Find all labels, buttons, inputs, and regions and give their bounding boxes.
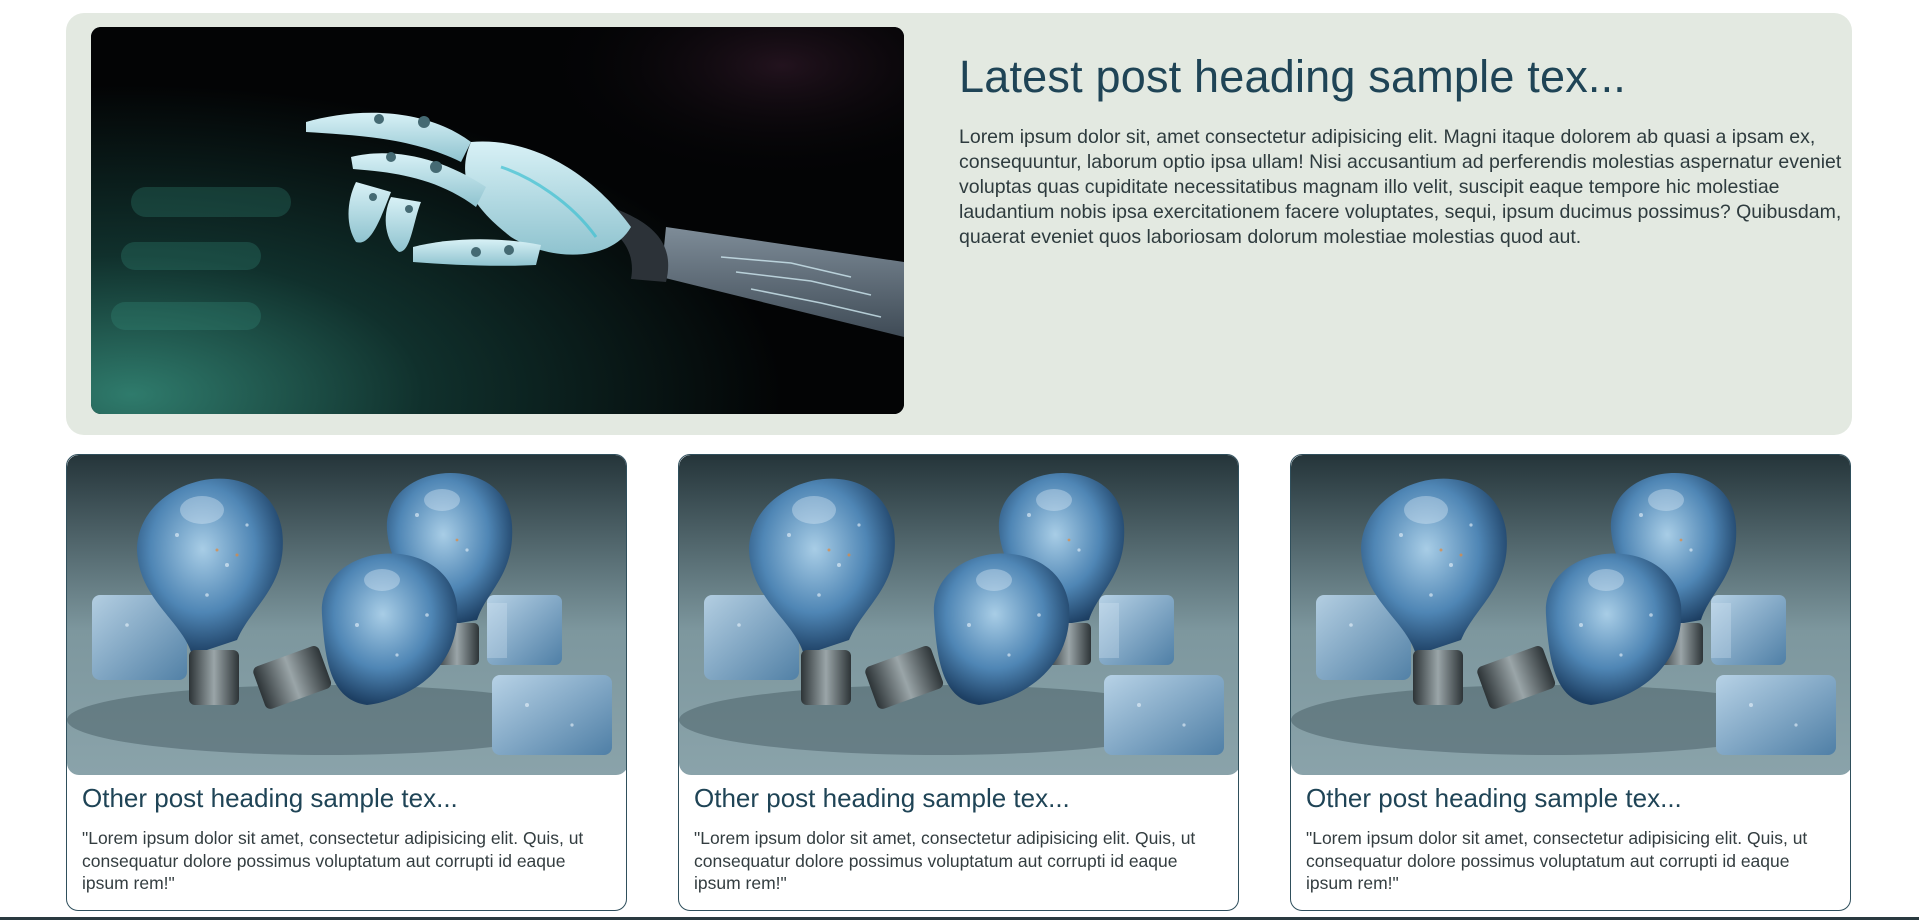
featured-post-image[interactable] [91, 27, 904, 414]
frozen-bulbs-illustration [1291, 455, 1850, 775]
frozen-bulbs-illustration [67, 455, 626, 775]
post-card-image[interactable] [67, 455, 626, 775]
featured-post[interactable]: Latest post heading sample tex... Lorem … [66, 13, 1852, 435]
post-card[interactable]: Other post heading sample tex... "Lorem … [678, 454, 1239, 911]
frozen-bulbs-illustration [679, 455, 1238, 775]
post-card-image[interactable] [679, 455, 1238, 775]
robotic-hand-illustration [91, 27, 904, 414]
post-card-image[interactable] [1291, 455, 1850, 775]
featured-post-title[interactable]: Latest post heading sample tex... [959, 51, 1626, 103]
post-card-excerpt: "Lorem ipsum dolor sit amet, consectetur… [82, 828, 584, 893]
post-card[interactable]: Other post heading sample tex... "Lorem … [66, 454, 627, 911]
post-card-excerpt: "Lorem ipsum dolor sit amet, consectetur… [694, 828, 1196, 893]
featured-post-excerpt: Lorem ipsum dolor sit, amet consectetur … [959, 126, 1842, 248]
post-card-title[interactable]: Other post heading sample tex... [694, 783, 1070, 814]
post-card-title[interactable]: Other post heading sample tex... [1306, 783, 1682, 814]
post-card-title[interactable]: Other post heading sample tex... [82, 783, 458, 814]
post-card[interactable]: Other post heading sample tex... "Lorem … [1290, 454, 1851, 911]
post-card-excerpt: "Lorem ipsum dolor sit amet, consectetur… [1306, 828, 1808, 893]
page: Latest post heading sample tex... Lorem … [0, 0, 1919, 920]
